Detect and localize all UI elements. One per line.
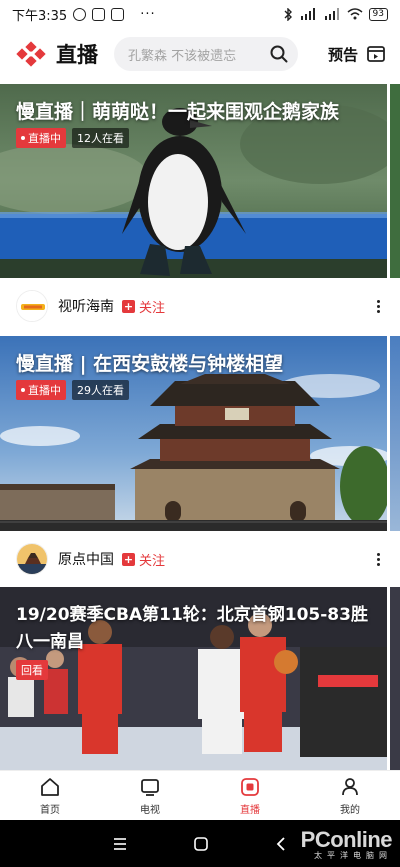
live-dot-icon	[21, 388, 25, 392]
tab-live[interactable]: 直播	[200, 771, 300, 820]
card-badges: 直播中 29人在看	[16, 380, 129, 400]
live-badge: 直播中	[16, 128, 66, 148]
app-header: 直播 孔繁森 不该被遗忘 预告	[0, 28, 400, 80]
tab-label[interactable]: 我的	[340, 801, 360, 816]
app-logo	[14, 41, 48, 67]
replay-badge: 回看	[16, 660, 48, 680]
home-icon[interactable]	[39, 776, 61, 798]
follow-button[interactable]: + 关注	[122, 550, 165, 569]
wifi-icon	[347, 8, 363, 20]
follow-button[interactable]: + 关注	[122, 297, 165, 316]
card-author-row: 原点中国 + 关注	[0, 531, 400, 587]
status-time: 下午3:35	[12, 8, 68, 24]
live-badge-label: 直播中	[28, 384, 61, 397]
signal-icon-1	[300, 8, 315, 20]
next-card-peek	[390, 587, 400, 770]
author-name[interactable]: 原点中国	[58, 549, 114, 569]
app-notification-icon	[111, 7, 125, 21]
home-nav-icon[interactable]	[193, 836, 209, 852]
follow-label[interactable]: 关注	[139, 297, 165, 316]
more-options-icon[interactable]	[373, 549, 384, 570]
card-badges: 回看	[16, 660, 48, 680]
preview-button[interactable]: 预告	[328, 44, 386, 65]
page-title: 直播	[56, 43, 98, 67]
tab-profile[interactable]: 我的	[300, 771, 400, 820]
battery-indicator: 93	[368, 7, 388, 21]
live-badge: 直播中	[16, 380, 66, 400]
tab-home[interactable]: 首页	[0, 771, 100, 820]
card-badges: 直播中 12人在看	[16, 128, 129, 148]
live-icon[interactable]	[239, 776, 261, 798]
alarm-icon	[73, 7, 87, 21]
more-notifications-dots: ···	[140, 6, 156, 22]
preview-label[interactable]: 预告	[328, 44, 358, 65]
next-card-peek	[390, 84, 400, 278]
watermark: PConline 太平洋电脑网	[301, 827, 393, 861]
tab-label[interactable]: 电视	[140, 801, 160, 816]
follow-label[interactable]: 关注	[139, 550, 165, 569]
search-icon[interactable]	[270, 45, 288, 63]
bottom-tab-bar: 首页 电视 直播 我的	[0, 770, 400, 820]
avatar[interactable]	[16, 290, 48, 322]
card-title-line-2[interactable]: 八一南昌	[16, 627, 84, 652]
tab-label[interactable]: 首页	[40, 801, 60, 816]
schedule-icon[interactable]	[366, 44, 386, 64]
tab-label[interactable]: 直播	[240, 801, 260, 816]
plus-icon[interactable]: +	[122, 299, 135, 313]
bluetooth-icon	[284, 7, 292, 21]
plus-icon[interactable]: +	[122, 552, 135, 566]
search-bar[interactable]: 孔繁森 不该被遗忘	[114, 37, 298, 71]
tab-tv[interactable]: 电视	[100, 771, 200, 820]
profile-icon[interactable]	[339, 776, 361, 798]
tv-icon[interactable]	[139, 776, 161, 798]
notification-icon	[92, 7, 106, 21]
watermark-sub: 太平洋电脑网	[314, 851, 392, 860]
viewer-count: 29人在看	[72, 380, 129, 400]
live-badge-label: 直播中	[28, 132, 61, 145]
card-title[interactable]: 慢直播｜萌萌哒！一起来围观企鹅家族	[16, 97, 339, 124]
live-dot-icon	[21, 136, 25, 140]
card-title[interactable]: 慢直播 | 在西安鼓楼与钟楼相望	[16, 349, 283, 376]
card-title-line-1[interactable]: 19/20赛季CBA第11轮：北京首钢105-83胜	[16, 600, 368, 625]
next-card-peek	[390, 336, 400, 532]
viewer-count: 12人在看	[72, 128, 129, 148]
more-options-icon[interactable]	[373, 296, 384, 317]
back-icon[interactable]	[274, 836, 288, 852]
author-name[interactable]: 视听海南	[58, 296, 114, 316]
search-placeholder[interactable]: 孔繁森 不该被遗忘	[128, 45, 270, 64]
menu-icon[interactable]	[112, 837, 128, 851]
status-bar: 下午3:35 ··· 93	[0, 0, 400, 28]
signal-icon-2	[324, 8, 339, 20]
avatar[interactable]	[16, 543, 48, 575]
card-author-row: 视听海南 + 关注	[0, 278, 400, 334]
